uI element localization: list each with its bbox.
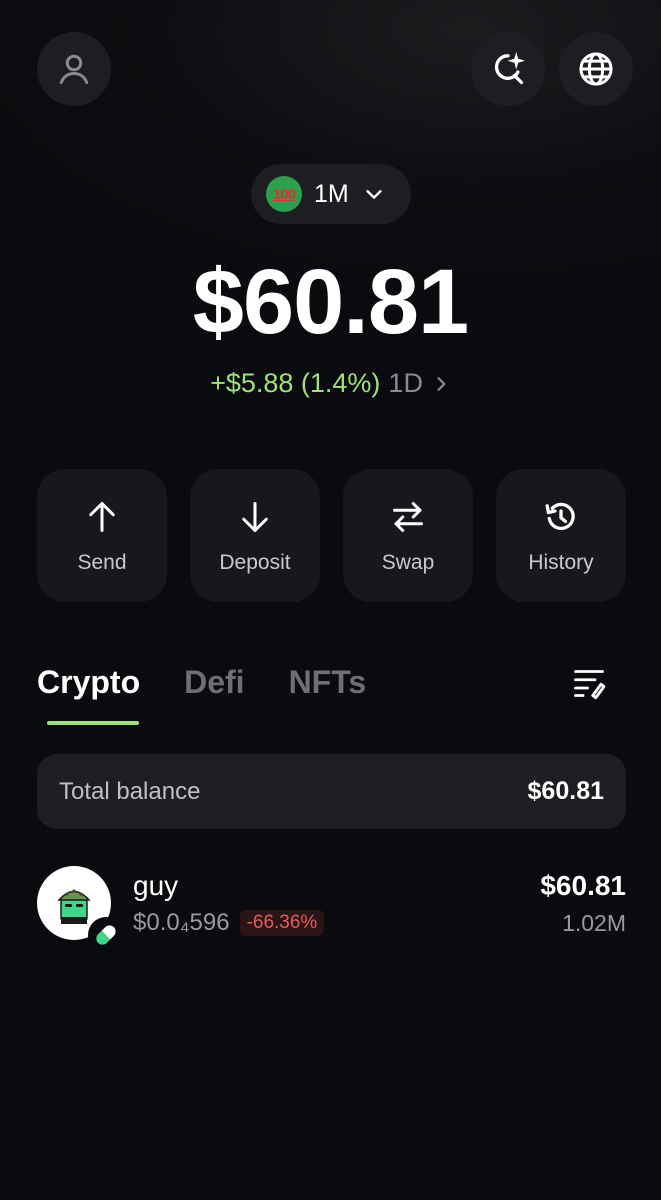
history-label: History <box>528 551 594 574</box>
arrow-up-icon <box>89 502 115 532</box>
chevron-down-icon <box>366 190 382 199</box>
tab-nfts[interactable]: NFTs <box>289 664 367 725</box>
token-name: guy <box>133 870 179 901</box>
arrow-down-icon <box>242 502 268 532</box>
deposit-label: Deposit <box>219 551 291 574</box>
sparkle-search-icon <box>494 52 525 85</box>
send-label: Send <box>77 551 127 574</box>
tab-nfts-label: NFTs <box>288 664 367 700</box>
sort-list-icon <box>574 670 606 700</box>
total-balance-card: Total balance $60.81 <box>37 754 626 829</box>
active-tab-indicator <box>47 721 139 725</box>
profile-button[interactable] <box>37 32 111 106</box>
swap-button[interactable]: Swap <box>343 469 473 602</box>
100-emoji-icon: 100 <box>266 176 302 212</box>
sort-filter-button[interactable] <box>571 664 607 700</box>
globe-icon <box>579 52 613 86</box>
token-amount: 1.02M <box>562 910 626 936</box>
swap-label: Swap <box>381 551 435 574</box>
tab-defi[interactable]: Defi <box>184 664 244 725</box>
user-icon <box>59 54 89 84</box>
tab-crypto-label: Crypto <box>37 664 141 700</box>
token-row[interactable]: guy $0.0₄596 -66.36% $60.81 1.02M <box>37 866 626 956</box>
portfolio-change: +$5.88 (1.4%) <box>210 368 381 398</box>
portfolio-period: 1D <box>388 368 423 398</box>
token-change-badge: -66.36% <box>239 910 325 936</box>
action-buttons: Send Deposit Swap History <box>37 469 626 602</box>
send-button[interactable]: Send <box>37 469 167 602</box>
total-balance-value: $60.81 <box>527 777 604 805</box>
token-value: $60.81 <box>540 870 626 901</box>
history-button[interactable]: History <box>496 469 626 602</box>
tab-crypto[interactable]: Crypto <box>37 664 140 725</box>
total-balance-label: Total balance <box>59 777 201 805</box>
portfolio-change-row[interactable]: +$5.88 (1.4%) 1D <box>0 368 661 399</box>
pill-icon <box>96 925 116 945</box>
chevron-right-icon <box>437 376 446 391</box>
token-price-row: $0.0₄596 -66.36% <box>133 909 325 937</box>
tab-defi-label: Defi <box>184 664 245 700</box>
chain-badge <box>88 917 124 953</box>
token-price: $0.0₄596 <box>133 909 230 936</box>
account-selector[interactable]: 100 1M <box>251 164 411 224</box>
asset-tabs: Crypto Defi NFTs <box>37 664 366 725</box>
history-icon <box>545 502 575 531</box>
swap-arrows-icon <box>393 502 423 532</box>
ai-search-button[interactable] <box>471 32 545 106</box>
account-label: 1M <box>314 179 349 208</box>
portfolio-balance: $60.81 <box>192 251 469 353</box>
deposit-button[interactable]: Deposit <box>190 469 320 602</box>
language-button[interactable] <box>559 32 633 106</box>
